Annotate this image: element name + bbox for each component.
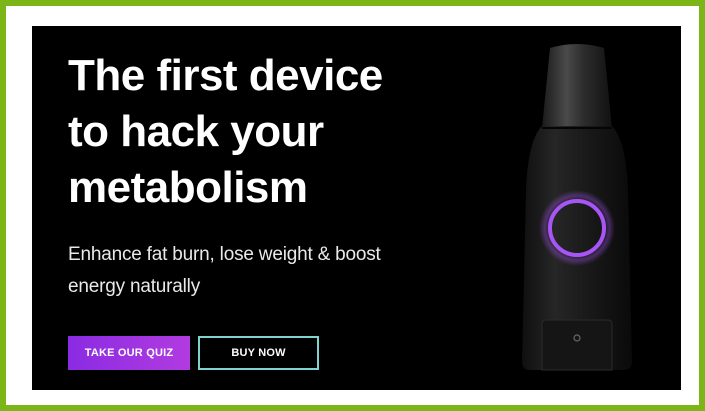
device-image <box>522 44 632 371</box>
buy-now-button[interactable]: BUY NOW <box>198 336 319 370</box>
subheadline: Enhance fat burn, lose weight & boost en… <box>68 244 381 297</box>
headline-line-2: to hack your <box>68 107 324 156</box>
headline-line-1: The first device <box>68 51 383 100</box>
headline: The first device to hack your metabolism <box>68 48 448 216</box>
ad-frame: The first device to hack your metabolism… <box>6 6 699 405</box>
take-quiz-button[interactable]: TAKE OUR QUIZ <box>68 336 190 370</box>
headline-line-3: metabolism <box>68 163 308 212</box>
promo-banner: The first device to hack your metabolism… <box>32 26 681 390</box>
